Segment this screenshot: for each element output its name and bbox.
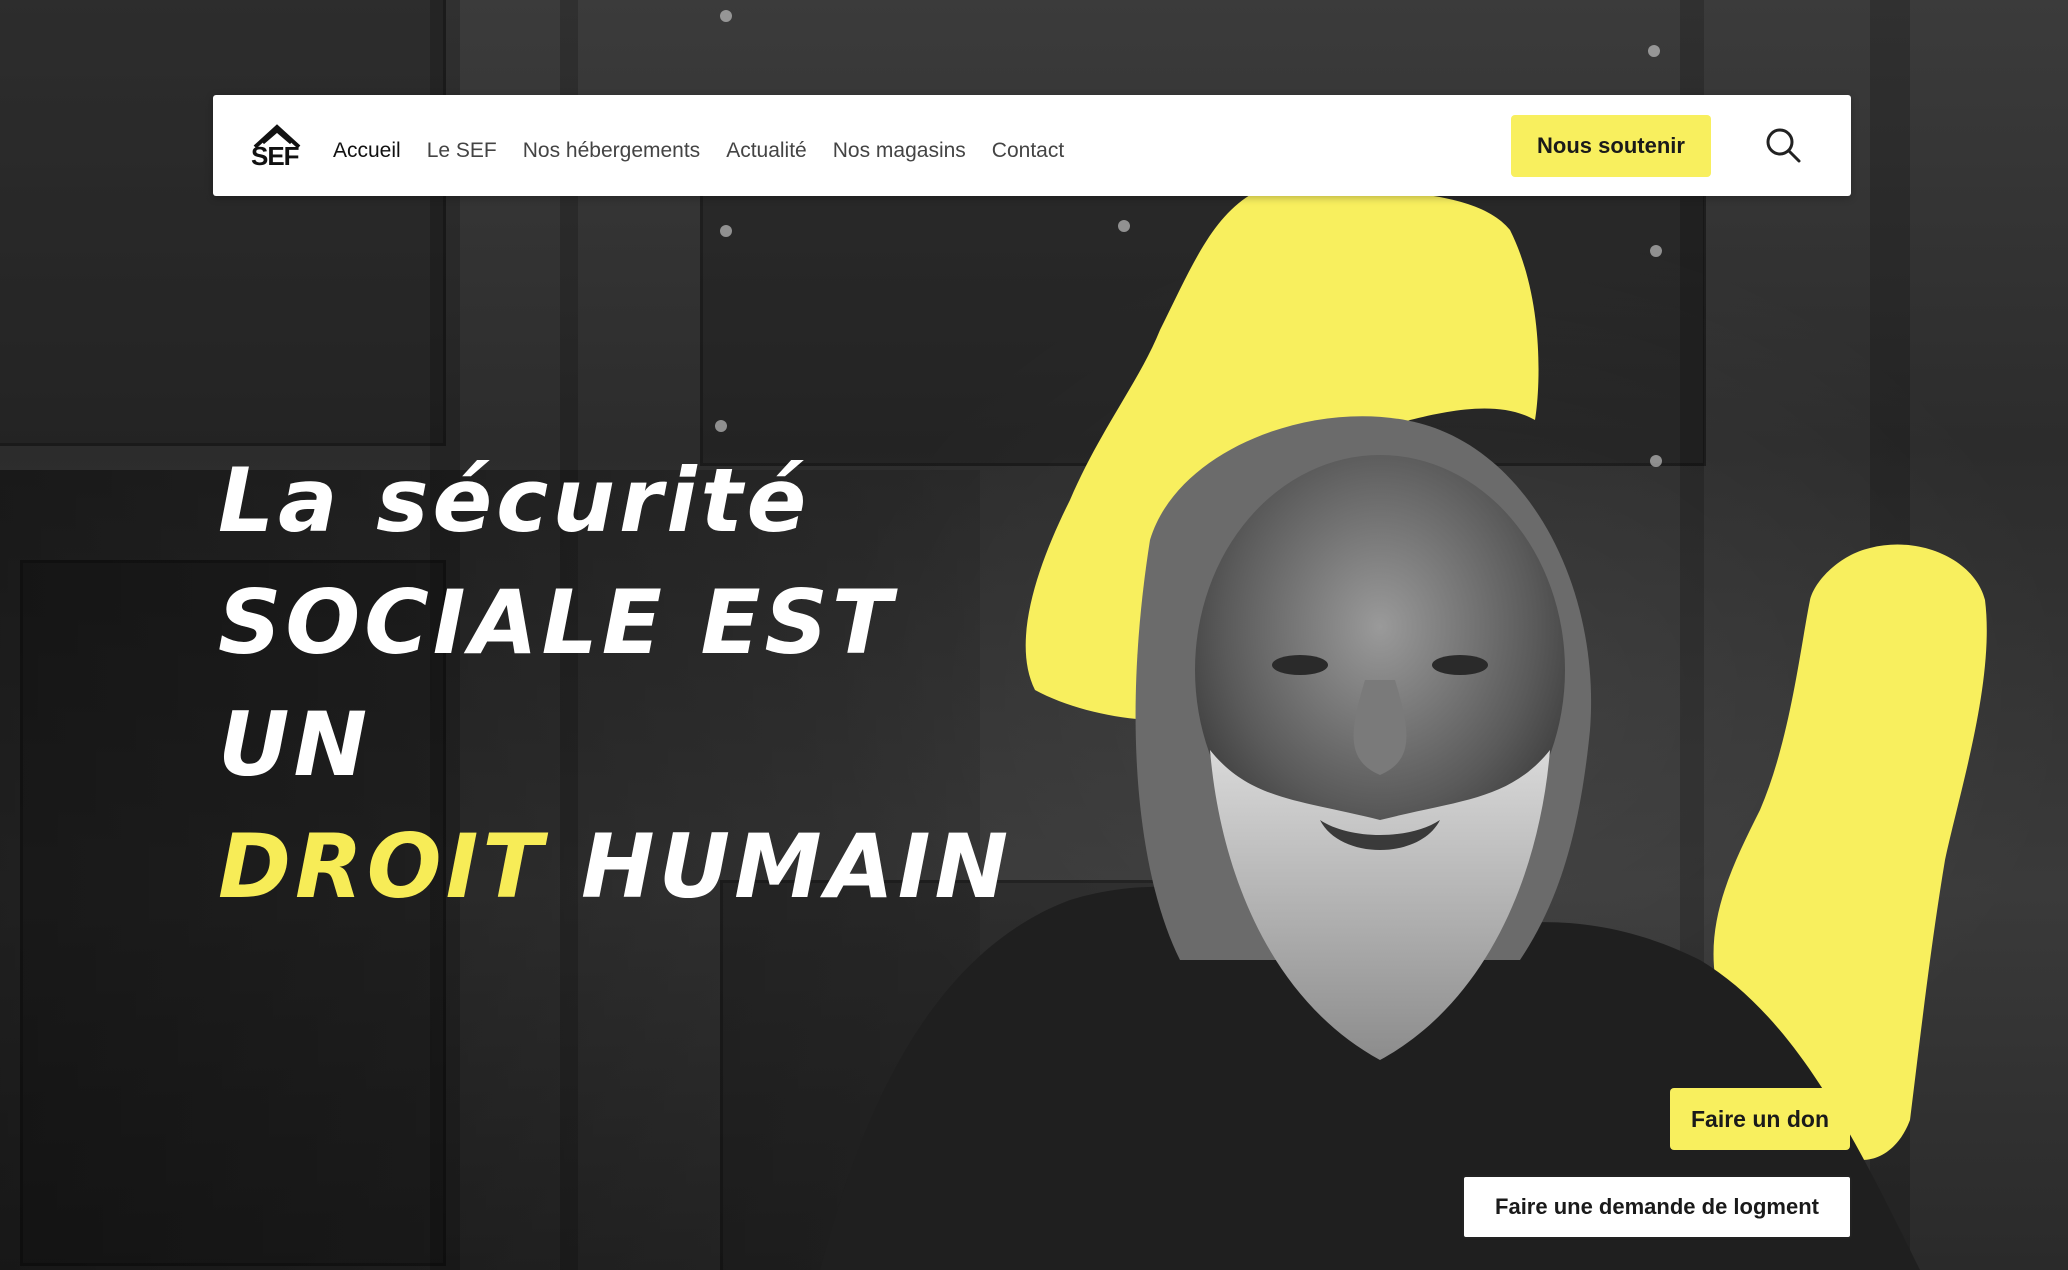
nav-item-actualite[interactable]: Actualité (726, 129, 807, 163)
logo-text: SEF (251, 141, 300, 171)
headline-highlight: droit (218, 815, 547, 918)
hero-headline: La sécurité sociale est un droit humain (218, 440, 1018, 928)
nav-item-nos-hebergements[interactable]: Nos hébergements (523, 129, 700, 163)
search-icon[interactable] (1763, 125, 1803, 165)
housing-request-button[interactable]: Faire une demande de logment (1462, 1175, 1852, 1239)
main-menu: Accueil Le SEF Nos hébergements Actualit… (333, 95, 1064, 196)
nav-item-nos-magasins[interactable]: Nos magasins (833, 129, 966, 163)
nav-item-le-sef[interactable]: Le SEF (427, 129, 497, 163)
donate-button[interactable]: Faire un don (1670, 1088, 1850, 1150)
headline-line-2: sociale est un (218, 571, 896, 796)
top-navbar: SEF Accueil Le SEF Nos hébergements Actu… (213, 95, 1851, 196)
support-button[interactable]: Nous soutenir (1511, 115, 1711, 177)
headline-line-1: La sécurité (218, 449, 811, 552)
nav-item-contact[interactable]: Contact (992, 129, 1064, 163)
nav-item-accueil[interactable]: Accueil (333, 129, 401, 163)
headline-line-3-rest: humain (546, 815, 1013, 918)
